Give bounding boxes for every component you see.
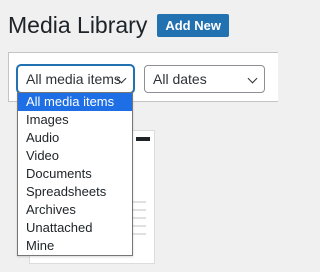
page-title: Media Library <box>8 12 148 38</box>
dropdown-option[interactable]: Unattached <box>18 219 132 237</box>
dropdown-option[interactable]: Spreadsheets <box>18 183 132 201</box>
media-type-dropdown-list: All media items Images Audio Video Docum… <box>17 92 133 256</box>
chevron-down-icon <box>247 73 258 84</box>
dropdown-option[interactable]: All media items <box>18 93 132 111</box>
add-new-button[interactable]: Add New <box>157 13 229 37</box>
thumbnail-preview-line <box>132 217 146 219</box>
media-type-filter-value: All media items <box>26 71 121 87</box>
date-filter-select[interactable]: All dates <box>144 65 265 93</box>
dropdown-option[interactable]: Video <box>18 147 132 165</box>
dropdown-option[interactable]: Mine <box>18 237 132 255</box>
thumbnail-preview-line <box>132 225 146 227</box>
thumbnail-preview-line <box>132 209 146 211</box>
thumbnail-preview-line <box>132 201 146 203</box>
media-type-filter-select[interactable]: All media items <box>17 65 134 93</box>
dropdown-option[interactable]: Audio <box>18 129 132 147</box>
page-header: Media Library Add New <box>8 10 229 40</box>
thumbnail-preview-bar <box>136 137 150 141</box>
dropdown-option[interactable]: Documents <box>18 165 132 183</box>
dropdown-option[interactable]: Images <box>18 111 132 129</box>
date-filter-value: All dates <box>153 71 207 87</box>
thumbnail-preview-line <box>132 233 146 235</box>
media-library-page: Media Library Add New All media items Al… <box>0 0 278 272</box>
dropdown-option[interactable]: Archives <box>18 201 132 219</box>
